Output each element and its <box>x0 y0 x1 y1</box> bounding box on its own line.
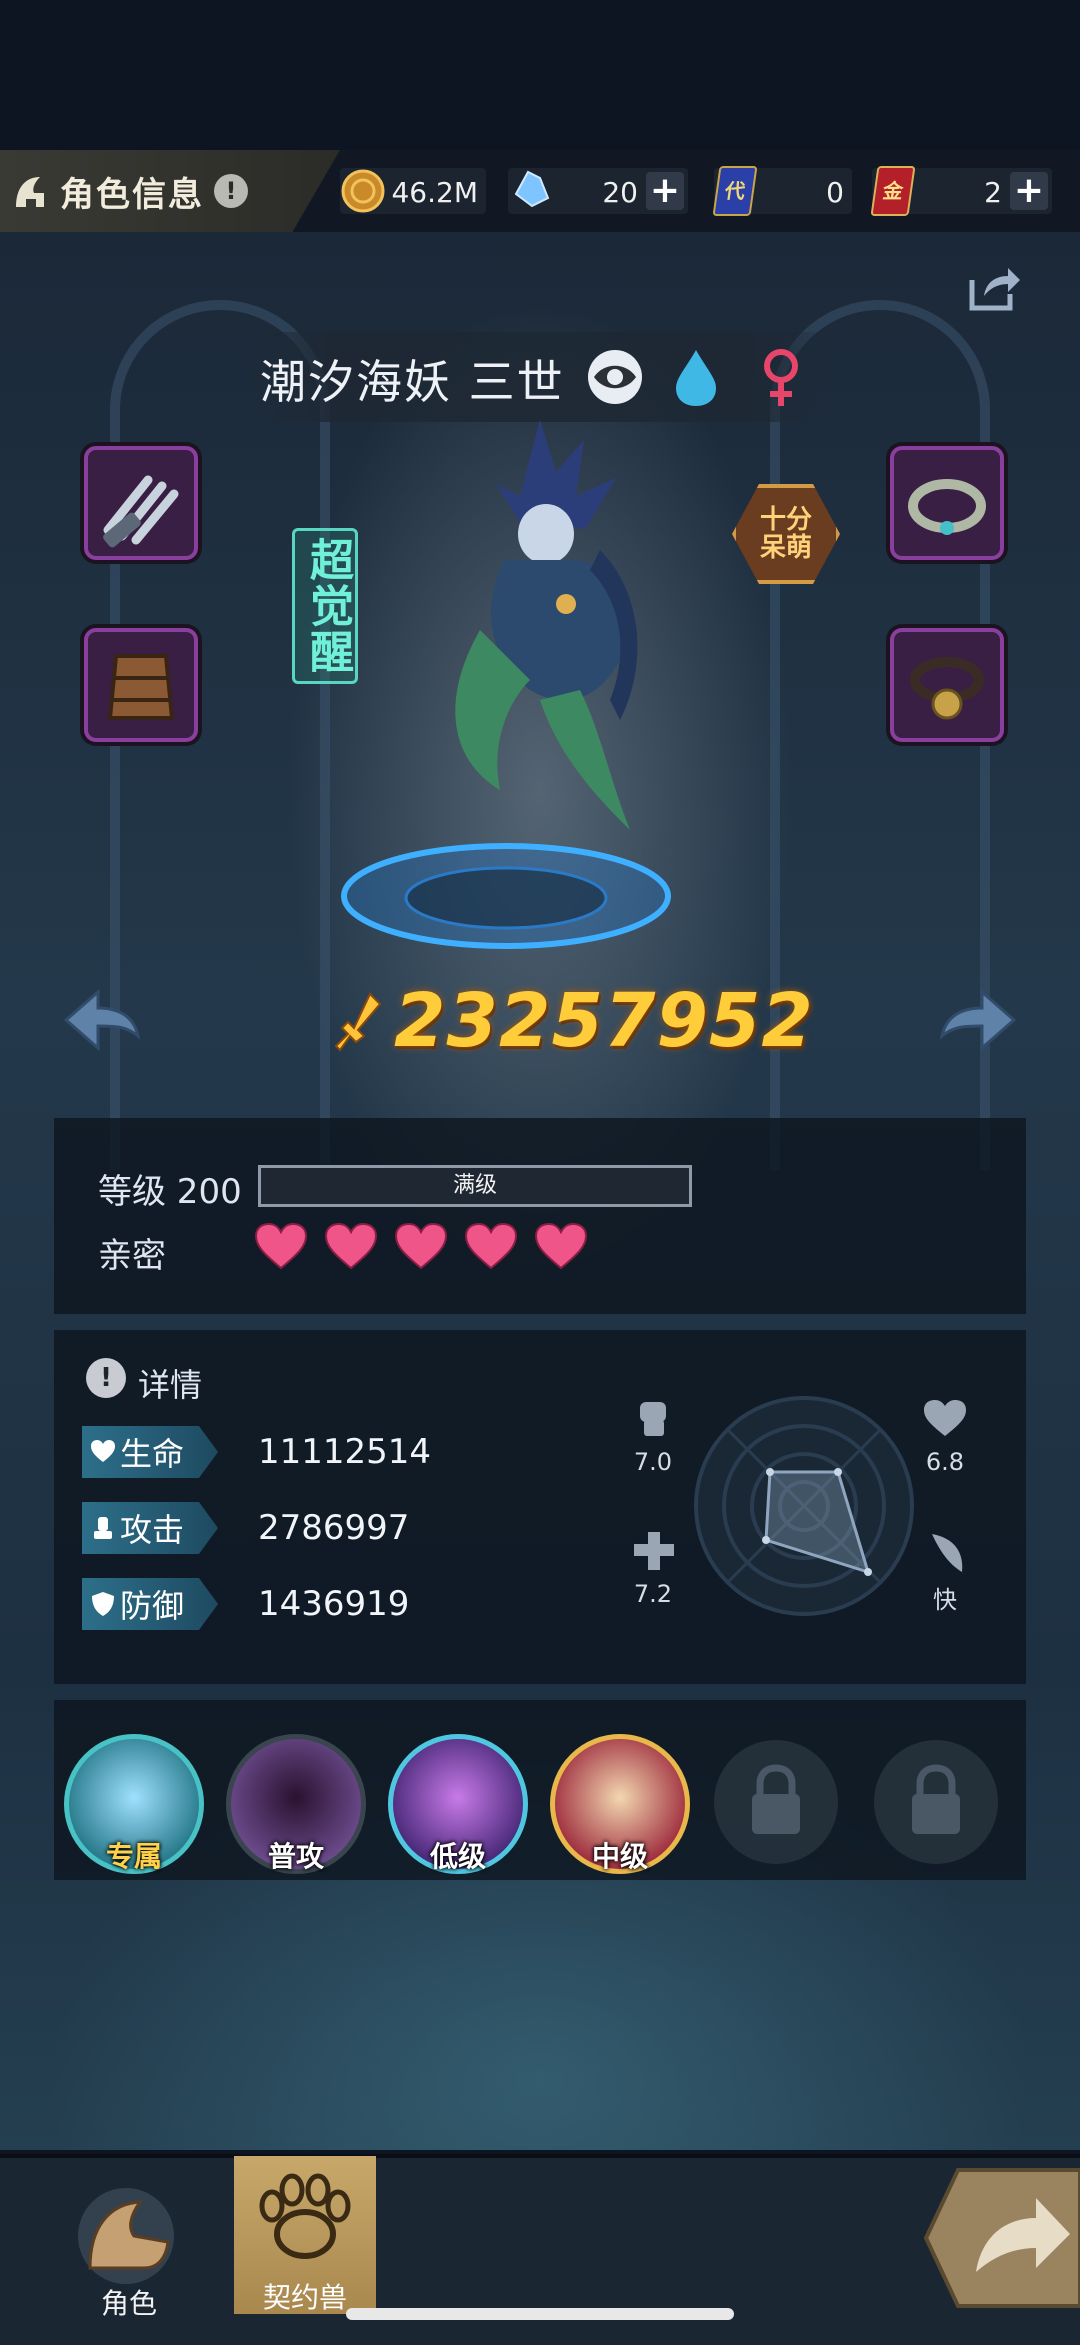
stat-tag-defense: 防御 <box>82 1578 218 1630</box>
speed-wing-icon <box>932 1534 963 1572</box>
equip-slot-armor[interactable] <box>84 628 198 742</box>
nav-tab-role[interactable]: 角色 <box>64 2176 194 2320</box>
summon-platform <box>341 843 671 949</box>
share-icon[interactable] <box>966 262 1022 314</box>
skill-locked-slot-5[interactable] <box>714 1740 838 1864</box>
stat-value-hp: 11112514 <box>258 1432 432 1472</box>
forward-button[interactable] <box>924 2168 1080 2308</box>
power-sword-icon <box>334 992 382 1052</box>
class-eye-icon[interactable] <box>584 348 646 406</box>
next-arrow-icon[interactable] <box>938 986 1018 1056</box>
crystal-icon <box>514 170 550 208</box>
nav-tab-role-label: 角色 <box>100 2287 157 2320</box>
gold-value: 46.2M <box>391 176 478 209</box>
skill-locked-slot-6[interactable] <box>874 1740 998 1864</box>
bell-collar-icon <box>910 657 984 720</box>
heart-icon <box>394 1222 448 1270</box>
skill-basic-attack[interactable]: 普攻 <box>226 1734 366 1874</box>
female-gender-icon <box>764 349 798 406</box>
shield-small-icon <box>92 1592 114 1616</box>
barrel-armor-icon <box>107 654 175 720</box>
details-info-icon[interactable]: ! <box>86 1358 126 1398</box>
heart-icon <box>534 1222 588 1270</box>
trait-text: 十分呆萌 <box>759 505 812 563</box>
gold-card-value: 2 <box>984 176 1002 209</box>
stat-tag-attack: 攻击 <box>82 1502 218 1554</box>
nav-tab-beast[interactable]: 契约兽 <box>234 2156 376 2314</box>
fist-small-icon <box>94 1517 112 1539</box>
skill-low-label: 低级 <box>429 1840 486 1873</box>
radar-defense-value: 7.2 <box>633 1580 673 1608</box>
resource-crystal: 20 + <box>508 168 688 214</box>
equip-slot-collar[interactable] <box>890 446 1004 560</box>
radar-speed-value: 快 <box>933 1586 957 1614</box>
ticket-value: 0 <box>826 176 844 209</box>
skill-mid-level[interactable]: 中级 <box>550 1734 690 1874</box>
heart-small-icon <box>91 1440 115 1462</box>
lock-icon <box>912 1764 960 1834</box>
stat-label-defense: 防御 <box>120 1587 185 1625</box>
skill-exclusive-label: 专属 <box>105 1840 162 1873</box>
skill-exclusive[interactable]: 专属 <box>64 1734 204 1874</box>
helmet-icon <box>16 177 44 207</box>
level-panel <box>54 1118 1026 1314</box>
stat-value-defense: 1436919 <box>258 1584 410 1624</box>
helmet-tab-icon <box>78 2188 174 2284</box>
radar-health-value: 6.8 <box>925 1448 965 1476</box>
collar-icon <box>908 479 986 535</box>
character-sprite <box>455 420 638 830</box>
stat-label-attack: 攻击 <box>120 1511 185 1549</box>
crystal-value: 20 <box>602 176 638 209</box>
heart-icon <box>464 1222 518 1270</box>
skill-mid-label: 中级 <box>591 1840 648 1873</box>
resource-ticket: 代 0 <box>712 166 852 216</box>
stat-tag-hp: 生命 <box>82 1426 218 1478</box>
skill-low-level[interactable]: 低级 <box>388 1734 528 1874</box>
defense-cross-icon <box>634 1532 674 1570</box>
skill-basic-label: 普攻 <box>267 1840 324 1873</box>
claw-weapon-icon <box>103 475 179 548</box>
stat-label-hp: 生命 <box>120 1435 185 1473</box>
ticket-card-icon: 代 <box>712 166 758 216</box>
water-element-icon[interactable] <box>672 346 720 408</box>
gold-coin-icon <box>341 169 385 213</box>
radar-attack-value: 7.0 <box>633 1448 673 1476</box>
add-gold-card-button[interactable]: + <box>1010 172 1048 210</box>
intimacy-hearts[interactable] <box>254 1222 588 1272</box>
intimacy-label: 亲密 <box>98 1236 166 1276</box>
info-badge-icon[interactable]: ! <box>214 174 248 208</box>
heart-icon <box>324 1222 378 1270</box>
level-label: 等级 200 <box>98 1172 242 1212</box>
page-title: 角色信息 <box>60 174 204 215</box>
awakening-label: 超觉醒 <box>292 528 358 684</box>
combat-power: 23257952 <box>394 978 814 1064</box>
resource-gold: 46.2M <box>340 168 486 214</box>
heart-icon <box>254 1222 308 1270</box>
attack-fist-icon <box>640 1402 666 1436</box>
lock-icon <box>752 1764 800 1834</box>
equip-slot-weapon[interactable] <box>84 446 198 560</box>
equip-slot-bell[interactable] <box>890 628 1004 742</box>
resource-gold-card: 金 2 + <box>870 166 1052 216</box>
details-title: 详情 <box>138 1366 203 1404</box>
paw-tab-icon <box>259 2173 351 2259</box>
stat-value-attack: 2786997 <box>258 1508 410 1548</box>
add-crystal-button[interactable]: + <box>646 172 684 210</box>
previous-arrow-icon[interactable] <box>62 986 142 1056</box>
level-progress-bar: 满级 <box>258 1165 692 1207</box>
home-indicator <box>346 2308 734 2320</box>
level-bar-text: 满级 <box>452 1173 497 1198</box>
health-heart-icon <box>924 1400 966 1436</box>
page-title-tag: 角色信息 ! <box>0 150 340 232</box>
gold-card-icon: 金 <box>870 166 916 216</box>
